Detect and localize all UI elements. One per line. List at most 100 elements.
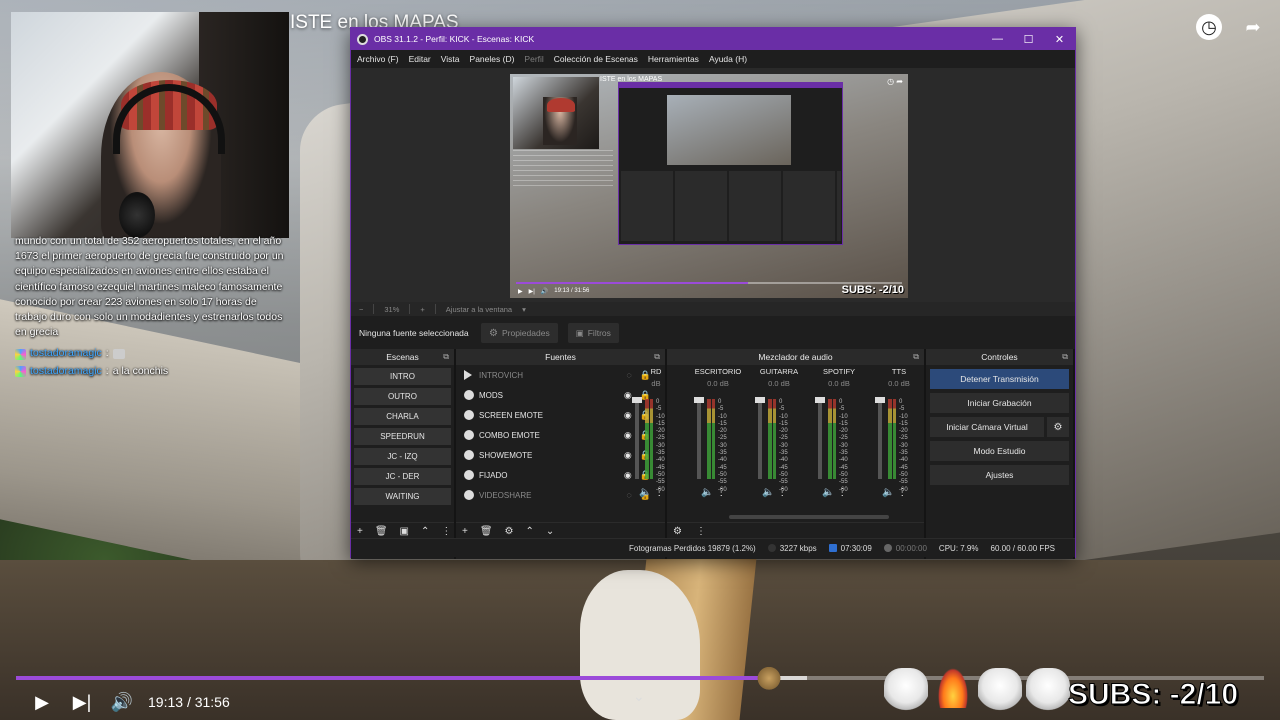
- start-virtual-cam-button[interactable]: Iniciar Cámara Virtual: [930, 417, 1044, 437]
- volume-meter: [768, 399, 776, 479]
- gear-icon[interactable]: ⚙: [1047, 417, 1069, 437]
- scale-tick: -30: [839, 442, 848, 449]
- chat-separator: :: [105, 364, 109, 377]
- source-properties-icon[interactable]: ⚙: [505, 526, 514, 537]
- preview-area[interactable]: ISTE en los MAPAS ◷ ➦ ▶ ▶| 🔊 19:13 / 31:56…: [351, 68, 1075, 302]
- scenes-title: Escenas: [386, 352, 419, 362]
- scale-tick: -20: [779, 428, 788, 435]
- horizontal-scrollbar[interactable]: [729, 515, 889, 519]
- volume-fader[interactable]: [694, 397, 704, 479]
- volume-icon[interactable]: 🔊: [102, 686, 142, 718]
- obs-titlebar[interactable]: OBS 31.1.2 - Perfil: KICK - Escenas: KIC…: [351, 28, 1075, 50]
- scale-tick: -55: [899, 479, 908, 486]
- record-icon: [883, 544, 892, 553]
- move-down-icon[interactable]: ⌄: [546, 526, 554, 537]
- move-up-icon[interactable]: ⌃: [421, 526, 429, 537]
- scale-tick: -40: [656, 457, 665, 464]
- controls-title: Controles: [981, 352, 1018, 362]
- scale-tick: -55: [839, 479, 848, 486]
- scale-tick: -45: [718, 464, 727, 471]
- menu-ayuda[interactable]: Ayuda (H): [709, 54, 747, 64]
- add-scene-icon[interactable]: +: [357, 526, 363, 537]
- menu-coleccion-escenas[interactable]: Colección de Escenas: [554, 54, 638, 64]
- browser-source-icon: [464, 490, 474, 500]
- mute-icon[interactable]: 🔈 ⋮: [822, 487, 847, 498]
- scene-item[interactable]: CHARLA: [354, 408, 451, 425]
- menu-editar[interactable]: Editar: [409, 54, 431, 64]
- zoom-in-button[interactable]: +: [420, 305, 424, 314]
- settings-button[interactable]: Ajustes: [930, 465, 1069, 485]
- chevron-down-icon[interactable]: ⌄: [633, 688, 645, 705]
- mute-icon[interactable]: 🔈 ⋮: [639, 487, 664, 498]
- volume-fader[interactable]: [632, 397, 642, 479]
- chevron-down-icon[interactable]: ▾: [522, 305, 526, 314]
- filters-button[interactable]: ▣ Filtros: [567, 323, 619, 343]
- start-recording-button[interactable]: Iniciar Grabación: [930, 393, 1069, 413]
- zoom-out-button[interactable]: −: [359, 305, 363, 314]
- remove-source-icon[interactable]: 🗑: [480, 526, 493, 537]
- channel-db: 0.0 dB: [828, 379, 850, 388]
- undock-icon[interactable]: ⧉: [913, 352, 919, 362]
- minimize-button[interactable]: —: [982, 33, 1013, 46]
- volume-meter: [645, 399, 653, 479]
- watch-later-icon[interactable]: ◷: [1196, 14, 1222, 40]
- studio-mode-button[interactable]: Modo Estudio: [930, 441, 1069, 461]
- more-icon[interactable]: ⋮: [696, 526, 706, 537]
- obs-window: OBS 31.1.2 - Perfil: KICK - Escenas: KIC…: [350, 27, 1076, 559]
- play-button[interactable]: ▶: [22, 686, 62, 718]
- time-display: 19:13 / 31:56: [148, 694, 230, 710]
- menu-paneles[interactable]: Paneles (D): [470, 54, 515, 64]
- dropped-frames: Fotogramas Perdidos 19879 (1.2%): [628, 543, 756, 553]
- menu-archivo[interactable]: Archivo (F): [357, 54, 399, 64]
- scale-tick: -20: [839, 428, 848, 435]
- stream-time: 07:30:09: [840, 543, 872, 553]
- channel-name: GUITARRA: [759, 367, 799, 376]
- volume-fader[interactable]: [815, 397, 825, 479]
- scale-tick: -35: [839, 450, 848, 457]
- menu-herramientas[interactable]: Herramientas: [648, 54, 699, 64]
- properties-button[interactable]: ⚙ Propiedades: [481, 323, 558, 343]
- advanced-audio-icon[interactable]: ⚙: [673, 526, 682, 537]
- menu-perfil[interactable]: Perfil: [524, 54, 543, 64]
- share-icon[interactable]: ➦: [1240, 14, 1266, 40]
- next-button[interactable]: ▶|: [62, 686, 102, 718]
- mute-icon[interactable]: 🔈 ⋮: [762, 487, 787, 498]
- chat-text: a la conchis: [112, 364, 169, 377]
- stop-stream-button[interactable]: Detener Transmisión: [930, 369, 1069, 389]
- menu-vista[interactable]: Vista: [441, 54, 460, 64]
- add-source-icon[interactable]: +: [462, 526, 468, 537]
- scale-tick: -15: [839, 420, 848, 427]
- mute-icon[interactable]: 🔈 ⋮: [882, 487, 907, 498]
- scene-item[interactable]: JC - DER: [354, 468, 451, 485]
- scene-item[interactable]: OUTRO: [354, 388, 451, 405]
- maximize-button[interactable]: ☐: [1013, 33, 1044, 46]
- undock-icon[interactable]: ⧉: [654, 352, 660, 362]
- scene-item[interactable]: JC - IZQ: [354, 448, 451, 465]
- more-icon[interactable]: ⋮: [441, 526, 451, 537]
- move-up-icon[interactable]: ⌃: [526, 526, 534, 537]
- volume-fader[interactable]: [755, 397, 765, 479]
- scale-tick: 0: [779, 399, 783, 405]
- channel-name: ESCRITORIO: [694, 367, 742, 376]
- scale-tick: -55: [779, 479, 788, 486]
- scene-item[interactable]: WAITING: [354, 488, 451, 505]
- scale-tick: -15: [899, 420, 908, 427]
- stream-icon: [828, 544, 837, 553]
- cpu-usage: CPU: 7.9%: [938, 543, 979, 553]
- volume-fader[interactable]: [875, 397, 885, 479]
- mixer-channel: TTS 0.0 dB 0 -5 -10 -15 -20 -25 -30 -35 -40 -45 -50-…: [870, 367, 928, 502]
- chat-badge-icon: [15, 348, 26, 360]
- channel-db: 0.0 dB: [768, 379, 790, 388]
- scene-item[interactable]: INTRO: [354, 368, 451, 385]
- mute-icon[interactable]: 🔈 ⋮: [701, 487, 726, 498]
- program-preview[interactable]: ISTE en los MAPAS ◷ ➦ ▶ ▶| 🔊 19:13 / 31:56…: [510, 74, 908, 298]
- remove-scene-icon[interactable]: 🗑: [375, 526, 388, 537]
- scale-tick: -25: [839, 435, 848, 442]
- scale-tick: -40: [899, 457, 908, 464]
- scene-filter-icon[interactable]: ▣: [400, 526, 409, 537]
- undock-icon[interactable]: ⧉: [443, 352, 449, 362]
- close-button[interactable]: ✕: [1044, 33, 1075, 46]
- zoom-mode[interactable]: Ajustar a la ventana: [446, 305, 512, 314]
- undock-icon[interactable]: ⧉: [1062, 352, 1068, 362]
- scene-item[interactable]: SPEEDRUN: [354, 428, 451, 445]
